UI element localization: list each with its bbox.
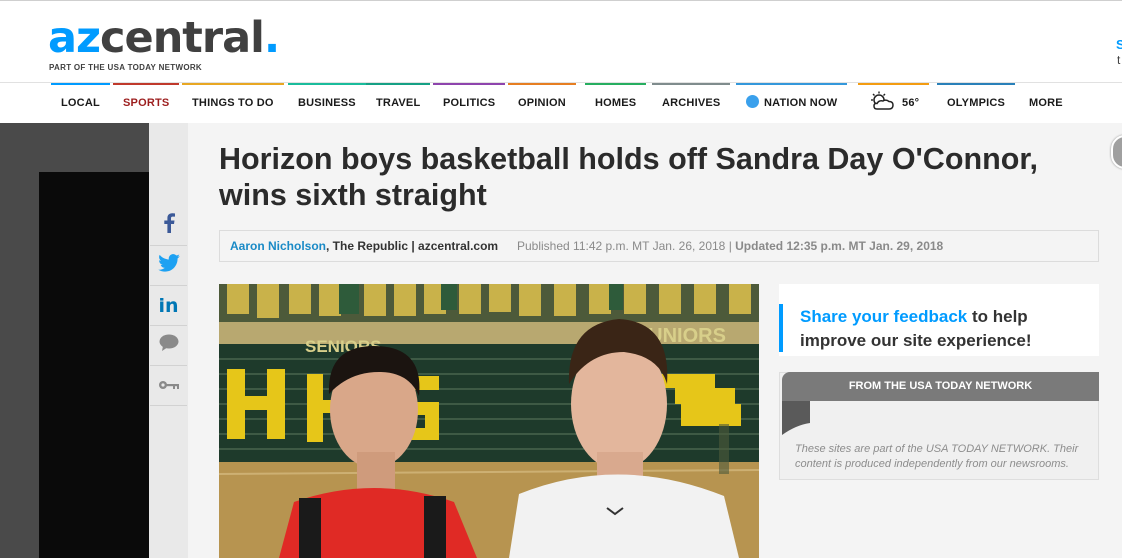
- left-video-panel[interactable]: [39, 172, 149, 558]
- banner-fold-icon: [782, 401, 812, 440]
- network-banner: FROM THE USA TODAY NETWORK: [782, 372, 1099, 401]
- twitter-share-button[interactable]: [150, 246, 187, 286]
- circle-dot-icon: [746, 95, 759, 108]
- nav-business[interactable]: BUSINESS: [288, 83, 366, 123]
- feedback-text: Share your feedback to help improve our …: [800, 305, 1090, 353]
- byline-org: , The Republic | azcentral.com: [326, 239, 499, 253]
- byline-box: Aaron Nicholson, The Republic | azcentra…: [219, 230, 1099, 262]
- nav-things-to-do[interactable]: THINGS TO DO: [182, 83, 284, 123]
- nav-travel[interactable]: TRAVEL: [366, 83, 431, 123]
- nav-local[interactable]: LOCAL: [51, 83, 110, 123]
- nav-more[interactable]: MORE: [1029, 83, 1063, 123]
- nav-weather[interactable]: 56°: [858, 83, 930, 123]
- main-navigation: LOCAL SPORTS THINGS TO DO BUSINESS TRAVE…: [0, 82, 1122, 124]
- facebook-share-button[interactable]: [150, 206, 187, 246]
- feedback-link[interactable]: Share your feedback: [800, 307, 967, 326]
- gym-interview-image: SENIORS JUNIORS: [219, 284, 759, 558]
- nav-accent-bar: [51, 83, 110, 85]
- azcentral-logo[interactable]: azcentral.: [48, 13, 280, 63]
- partly-cloudy-icon: [868, 88, 898, 128]
- nav-accent-bar: [736, 83, 848, 85]
- nav-accent-bar: [937, 83, 1016, 85]
- nav-accent-bar: [288, 83, 366, 85]
- header-right-cutoff-text: t: [1117, 53, 1121, 67]
- nav-accent-bar: [433, 83, 506, 85]
- site-header: azcentral. PART OF THE USA TODAY NETWORK…: [0, 0, 1122, 83]
- comment-icon: [159, 334, 179, 357]
- updated-date: Updated 12:35 p.m. MT Jan. 29, 2018: [735, 239, 944, 253]
- article-photo[interactable]: SENIORS JUNIORS: [219, 284, 759, 558]
- comment-button[interactable]: [150, 326, 187, 366]
- nav-accent-bar: [652, 83, 731, 85]
- key-icon: [158, 377, 180, 395]
- nav-nation-now[interactable]: NATION NOW: [736, 83, 848, 123]
- network-tagline: PART OF THE USA TODAY NETWORK: [49, 63, 203, 72]
- article-headline: Horizon boys basketball holds off Sandra…: [219, 142, 1039, 212]
- linkedin-share-button[interactable]: in: [150, 286, 187, 326]
- linkedin-icon: in: [158, 294, 179, 317]
- twitter-icon: [157, 254, 180, 277]
- network-description: These sites are part of the USA TODAY NE…: [795, 443, 1079, 470]
- nav-accent-bar: [113, 83, 180, 85]
- published-date: Published 11:42 p.m. MT Jan. 26, 2018 |: [517, 239, 736, 253]
- facebook-icon: [163, 213, 175, 238]
- key-button[interactable]: [150, 366, 187, 406]
- nav-archives[interactable]: ARCHIVES: [652, 83, 731, 123]
- publish-dates: Published 11:42 p.m. MT Jan. 26, 2018 | …: [517, 239, 943, 253]
- feedback-card: Share your feedback to help improve our …: [779, 284, 1099, 356]
- nav-accent-bar: [508, 83, 576, 85]
- nav-accent-bar: [182, 83, 284, 85]
- nav-homes[interactable]: HOMES: [585, 83, 647, 123]
- author-link[interactable]: Aaron Nicholson: [230, 239, 326, 253]
- nav-accent-bar: [585, 83, 647, 85]
- byline: Aaron Nicholson, The Republic | azcentra…: [230, 239, 498, 253]
- nav-politics[interactable]: POLITICS: [433, 83, 506, 123]
- nav-accent-bar: [366, 83, 431, 85]
- nav-olympics[interactable]: OLYMPICS: [937, 83, 1016, 123]
- nav-sports[interactable]: SPORTS: [113, 83, 180, 123]
- nav-opinion[interactable]: OPINION: [508, 83, 576, 123]
- nav-accent-bar: [858, 83, 930, 85]
- header-right-cutoff-link[interactable]: S: [1116, 37, 1122, 52]
- feedback-accent-bar: [779, 304, 783, 352]
